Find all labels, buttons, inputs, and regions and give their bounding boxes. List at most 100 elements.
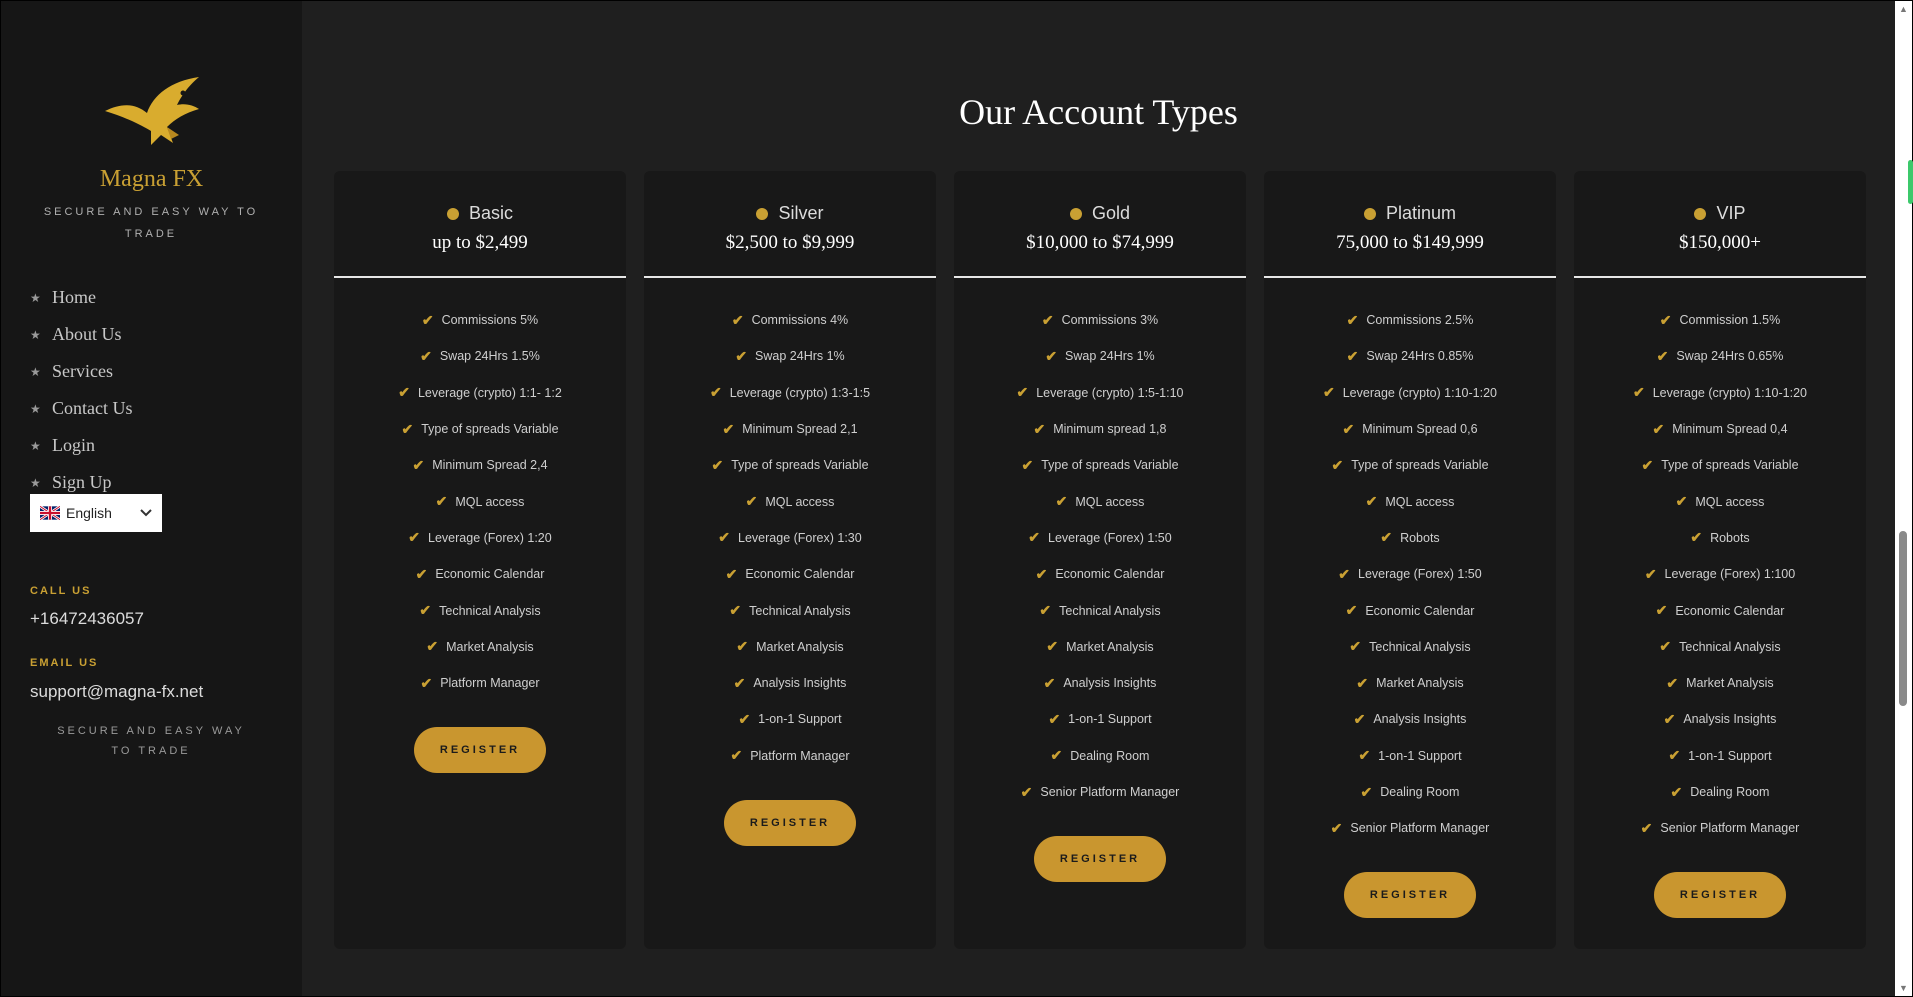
feature-label: Technical Analysis <box>1369 639 1471 654</box>
check-icon: ✔ <box>1663 710 1676 727</box>
plan-header: Platinum 75,000 to $149,999 <box>1264 171 1556 278</box>
feature-label: Swap 24Hrs 0.85% <box>1366 349 1474 364</box>
brand-tagline: SECURE AND EASY WAY TO TRADE <box>43 206 259 240</box>
feature-list: ✔ Commissions 2.5% ✔ Swap 24Hrs 0.85% ✔ Lever… <box>1264 278 1556 846</box>
feature-label: Commissions 5% <box>441 313 539 328</box>
email-address[interactable]: support@magna-fx.net <box>30 682 203 702</box>
feature-label: Robots <box>1710 530 1750 545</box>
check-icon: ✔ <box>419 602 432 619</box>
chevron-down-icon <box>140 509 152 517</box>
nav-item-login[interactable]: ★ Login <box>30 427 133 464</box>
check-icon: ✔ <box>730 747 743 764</box>
feature-label: Economic Calendar <box>1675 603 1785 618</box>
side-tab-indicator <box>1908 160 1913 204</box>
check-icon: ✔ <box>1020 783 1033 800</box>
register-button[interactable]: REGISTER <box>1034 836 1166 883</box>
feature-list: ✔ Commissions 5% ✔ Swap 24Hrs 1.5% ✔ Leverage… <box>334 278 626 701</box>
feature-list: ✔ Commissions 4% ✔ Swap 24Hrs 1% ✔ Leverage (… <box>644 278 936 774</box>
register-button[interactable]: REGISTER <box>414 727 546 774</box>
feature-item: ✔ 1-on-1 Support <box>1264 738 1556 774</box>
plan-tier: Platinum <box>1264 171 1556 224</box>
feature-item: ✔ Minimum Spread 0,4 <box>1574 411 1866 447</box>
feature-item: ✔ Market Analysis <box>644 629 936 665</box>
feature-item: ✔ Swap 24Hrs 1% <box>954 338 1246 374</box>
feature-label: Platform Manager <box>750 748 850 763</box>
scroll-up-icon[interactable]: ▲ <box>1895 1 1912 17</box>
feature-label: Dealing Room <box>1690 785 1770 799</box>
feature-label: Commissions 4% <box>751 313 849 328</box>
feature-item: ✔ Commissions 3% <box>954 302 1246 338</box>
star-icon: ★ <box>30 327 41 342</box>
feature-label: Market Analysis <box>446 639 534 654</box>
feature-label: Platform Manager <box>440 676 540 691</box>
register-button[interactable]: REGISTER <box>1654 872 1786 919</box>
feature-item: ✔ Type of spreads Variable <box>1574 447 1866 483</box>
check-icon: ✔ <box>722 420 735 437</box>
feature-item: ✔ Market Analysis <box>1574 665 1866 701</box>
check-icon: ✔ <box>1346 347 1359 364</box>
feature-item: ✔ Technical Analysis <box>644 592 936 628</box>
feature-item: ✔ Analysis Insights <box>1574 701 1866 737</box>
feature-label: MQL access <box>1695 494 1765 509</box>
check-icon: ✔ <box>731 311 744 328</box>
tier-dot-icon <box>1694 207 1707 220</box>
check-icon: ✔ <box>398 384 410 401</box>
register-button[interactable]: REGISTER <box>724 799 856 846</box>
feature-item: ✔ Robots <box>1264 520 1556 556</box>
feature-item: ✔ Market Analysis <box>1264 665 1556 701</box>
feature-label: Leverage (crypto) 1:10-1:20 <box>1342 385 1497 400</box>
register-button[interactable]: REGISTER <box>1344 872 1476 919</box>
feature-label: 1-on-1 Support <box>758 712 842 727</box>
plan-card-platinum: Platinum 75,000 to $149,999 ✔ Commissions 2… <box>1264 171 1556 949</box>
feature-label: Dealing Room <box>1070 748 1150 763</box>
feature-label: Dealing Room <box>1380 785 1460 799</box>
feature-label: Commissions 3% <box>1061 313 1159 328</box>
nav-item-services[interactable]: ★ Services <box>30 353 133 390</box>
feature-item: ✔ Type of spreads Variable <box>954 447 1246 483</box>
phone-number[interactable]: +16472436057 <box>30 609 144 629</box>
check-icon: ✔ <box>420 674 433 691</box>
check-icon: ✔ <box>1655 602 1668 619</box>
feature-label: Senior Platform Manager <box>1040 785 1180 799</box>
feature-label: Minimum Spread 0,6 <box>1362 422 1478 437</box>
nav-item-home[interactable]: ★ Home <box>30 279 133 316</box>
check-icon: ✔ <box>1338 565 1351 582</box>
scrollbar[interactable]: ▲ ▼ <box>1895 1 1912 996</box>
feature-label: Type of spreads Variable <box>1351 458 1489 473</box>
check-icon: ✔ <box>1035 565 1048 582</box>
check-icon: ✔ <box>1641 456 1654 473</box>
feature-label: Technical Analysis <box>749 603 851 618</box>
check-icon: ✔ <box>401 420 414 437</box>
feature-item: ✔ Leverage (crypto) 1:1- 1:2 <box>334 375 626 411</box>
feature-item: ✔ Market Analysis <box>954 629 1246 665</box>
check-icon: ✔ <box>736 638 749 655</box>
feature-label: Economic Calendar <box>745 567 855 582</box>
feature-item: ✔ Swap 24Hrs 0.85% <box>1264 338 1556 374</box>
check-icon: ✔ <box>1346 311 1359 328</box>
check-icon: ✔ <box>408 529 421 546</box>
check-icon: ✔ <box>1033 420 1046 437</box>
check-icon: ✔ <box>1353 710 1366 727</box>
check-icon: ✔ <box>1675 493 1688 510</box>
feature-label: Leverage (Forex) 1:20 <box>428 530 552 545</box>
scroll-down-icon[interactable]: ▼ <box>1895 980 1912 996</box>
feature-label: Leverage (Forex) 1:30 <box>738 530 862 545</box>
check-icon: ✔ <box>415 565 428 582</box>
language-select[interactable]: English <box>30 494 162 532</box>
plan-tier: Basic <box>334 171 626 224</box>
feature-label: Minimum Spread 2,1 <box>742 422 858 437</box>
check-icon: ✔ <box>1656 347 1669 364</box>
sidebar: Magna FX SECURE AND EASY WAY TO TRADE ★ H… <box>1 1 302 996</box>
check-icon: ✔ <box>412 456 425 473</box>
feature-label: Minimum spread 1,8 <box>1053 422 1167 437</box>
star-icon: ★ <box>30 475 41 490</box>
scrollbar-thumb[interactable] <box>1899 531 1907 706</box>
feature-label: Analysis Insights <box>753 676 847 691</box>
feature-label: MQL access <box>1385 494 1455 509</box>
nav-item-about-us[interactable]: ★ About Us <box>30 316 133 353</box>
nav-item-contact-us[interactable]: ★ Contact Us <box>30 390 133 427</box>
star-icon: ★ <box>30 290 41 305</box>
plan-tier: Silver <box>644 171 936 224</box>
check-icon: ✔ <box>709 384 722 401</box>
feature-label: Swap 24Hrs 1% <box>1065 349 1155 364</box>
